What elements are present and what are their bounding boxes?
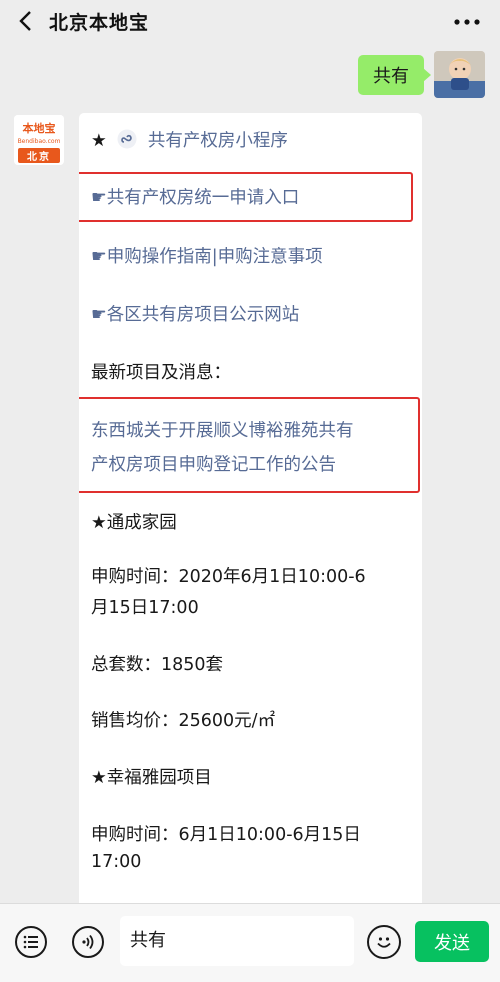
star-mark: ★ [91,131,107,151]
bendibao-logo: 本地宝 Bendibao.com [14,115,64,147]
voice-icon [82,934,94,950]
chat-title: 北京本地宝 [49,12,150,34]
project2-name: ★幸福雅园项目 [91,768,212,788]
miniprogram-link[interactable]: 共有产权房小程序 [148,131,288,151]
message-input[interactable]: 共有 [120,916,354,966]
my-message-text: 共有 [373,66,409,87]
emoji-icon [377,937,391,948]
my-message-bubble[interactable]: 共有 [358,55,431,95]
project1-price: 销售均价：25600元/㎡ [91,711,276,731]
emoji-button[interactable] [367,925,401,959]
bot-message-bubble: ★ 共有产权房小程序 ☛共有产权房统一申请入口 ☛申购操作指南|申购注意事项 ☛… [79,113,422,943]
project2-time-line2: 17:00 [91,852,142,872]
list-menu-icon [23,935,38,949]
my-avatar[interactable] [434,51,485,98]
miniprogram-row[interactable]: ★ 共有产权房小程序 [91,127,288,154]
voice-button[interactable] [72,926,104,958]
project2-time-line1: 申购时间：6月1日10:00-6月15日 [91,825,361,845]
menu-button[interactable] [15,926,47,958]
more-button[interactable] [452,11,482,33]
highlight-box [79,397,420,493]
miniprogram-icon [117,129,137,148]
project1-total: 总套数：1850套 [91,655,224,675]
input-bar: 共有 发送 [0,903,500,982]
avatar-city-label: 北京 [18,148,60,163]
project1-time-line1: 申购时间：2020年6月1日10:00-6 [91,567,366,587]
bot-avatar[interactable]: 本地宝 Bendibao.com 北京 [14,115,64,165]
project1-time-line2: 月15日17:00 [91,598,199,618]
svg-text:Bendibao.com: Bendibao.com [18,138,61,145]
chat-header: 北京本地宝 [0,0,500,44]
more-dots-icon [454,19,480,25]
back-button[interactable] [10,6,40,36]
apply-entry-link[interactable]: ☛共有产权房统一申请入口 [91,184,299,209]
district-sites-link[interactable]: ☛各区共有房项目公示网站 [91,301,299,326]
chevron-left-icon [19,11,31,31]
news-link-line2[interactable]: 产权房项目申购登记工作的公告 [91,451,336,476]
project1-name: ★通成家园 [91,513,177,533]
news-link-line1[interactable]: 东西城关于开展顺义博裕雅苑共有 [91,417,354,442]
baby-photo-icon [434,51,485,98]
news-heading: 最新项目及消息： [91,363,231,383]
send-button[interactable]: 发送 [415,921,489,962]
guide-link[interactable]: ☛申购操作指南|申购注意事项 [91,243,323,268]
svg-text:本地宝: 本地宝 [23,121,56,135]
